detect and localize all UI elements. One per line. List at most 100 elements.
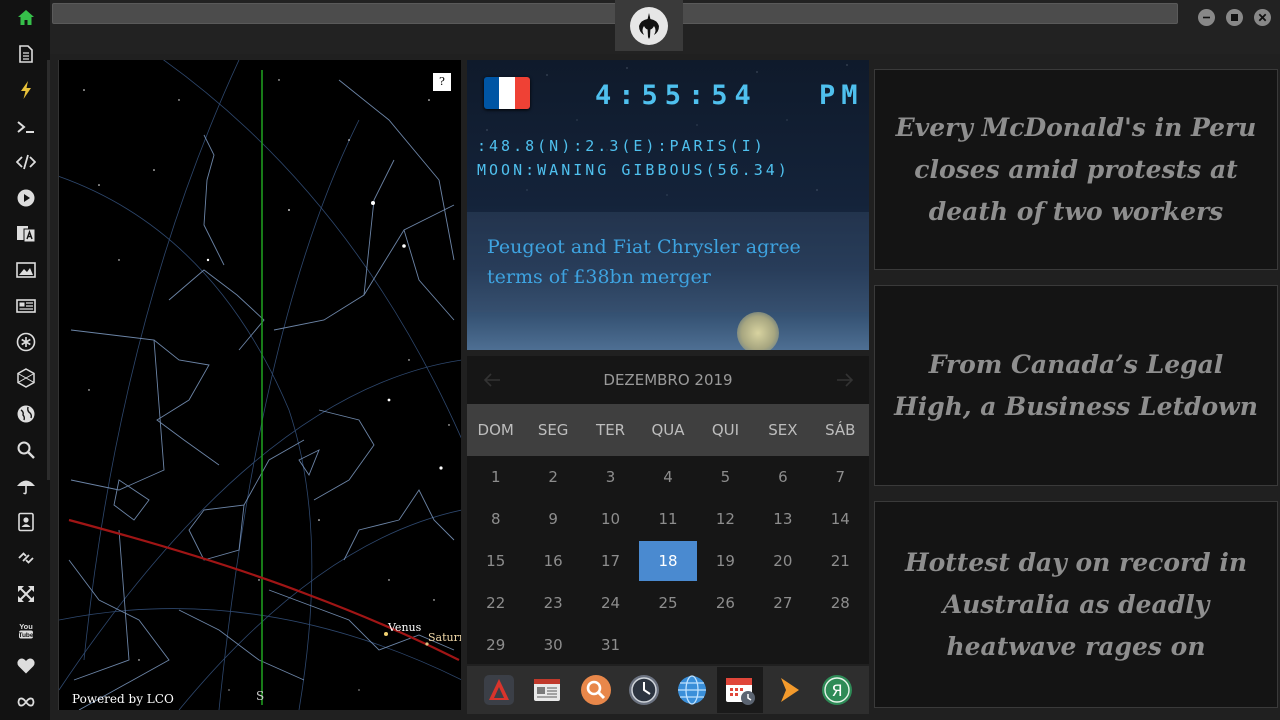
- calendar-day[interactable]: 2: [524, 456, 581, 498]
- play-icon[interactable]: [13, 186, 39, 210]
- calendar-day[interactable]: 4: [639, 456, 696, 498]
- terminal-icon[interactable]: [13, 115, 39, 139]
- calendar-day[interactable]: 29: [467, 624, 524, 666]
- calendar-day[interactable]: 7: [812, 456, 869, 498]
- logo-tab[interactable]: [615, 0, 683, 51]
- search-icon[interactable]: [13, 438, 39, 462]
- weekday-label: SEG: [537, 421, 569, 439]
- calendar-day[interactable]: 21: [812, 540, 869, 582]
- calendar-day[interactable]: 24: [582, 582, 639, 624]
- app-dock: Я: [467, 666, 869, 714]
- calendar-day[interactable]: 26: [697, 582, 754, 624]
- sidebar-scrollbar[interactable]: [47, 60, 50, 480]
- calendar-day-today[interactable]: 18: [639, 541, 697, 581]
- calendar-day[interactable]: 19: [697, 540, 754, 582]
- news-card-2[interactable]: From Canada’s Legal High, a Business Let…: [874, 285, 1278, 486]
- calendar-day[interactable]: 14: [812, 498, 869, 540]
- calendar-day[interactable]: 15: [467, 540, 524, 582]
- dock-item-browser[interactable]: [669, 667, 715, 713]
- close-icon: [1258, 13, 1267, 22]
- asterisk-icon[interactable]: [13, 330, 39, 354]
- dock-item-yandex[interactable]: Я: [814, 667, 860, 713]
- calendar-day[interactable]: 6: [754, 456, 811, 498]
- calendar-day[interactable]: 16: [524, 540, 581, 582]
- calendar-day[interactable]: 3: [582, 456, 639, 498]
- weekday-label: QUI: [711, 421, 740, 439]
- sidebar: You Tube: [0, 0, 50, 720]
- news-reader-icon: [534, 679, 561, 701]
- home-icon[interactable]: [13, 6, 39, 30]
- desktop-app: You Tube Venus Satur S ? Powered by LCO …: [0, 0, 1280, 720]
- calendar-day[interactable]: 28: [812, 582, 869, 624]
- calendar-day[interactable]: 30: [524, 624, 581, 666]
- magnifier-app-icon: [580, 675, 611, 705]
- infinity-icon[interactable]: [13, 690, 39, 714]
- yandex-icon: Я: [821, 675, 852, 705]
- dock-item-news[interactable]: [524, 667, 570, 713]
- sky-map[interactable]: Venus Saturn S ? Powered by LCO: [58, 60, 461, 710]
- newspaper-icon[interactable]: [13, 294, 39, 318]
- maximize-icon: [1231, 14, 1238, 21]
- dock-item-play[interactable]: [766, 667, 812, 713]
- calendar-day[interactable]: 5: [697, 456, 754, 498]
- dock-item-search[interactable]: [573, 667, 619, 713]
- next-month-button[interactable]: [833, 368, 857, 392]
- calendar-widget: DEZEMBRO 2019 DOM SEG TER QUA QUI SEX SÁB 1234…: [467, 356, 869, 664]
- calendar-day[interactable]: 11: [639, 498, 696, 540]
- calendar-days: 1 2 3 4 5 6 7 8 9 10 11 12 13 14 15 16 17 18 19 20 21 22 23 24 2…: [467, 456, 869, 666]
- document-icon[interactable]: [13, 42, 39, 66]
- link-icon[interactable]: [13, 546, 39, 570]
- dock-item-clock[interactable]: [621, 667, 667, 713]
- minimize-button[interactable]: [1198, 9, 1215, 26]
- calendar-day[interactable]: 13: [754, 498, 811, 540]
- close-button[interactable]: [1254, 9, 1271, 26]
- powered-by-label: Powered by LCO: [72, 692, 174, 706]
- help-button[interactable]: ?: [433, 73, 451, 91]
- code-icon[interactable]: [13, 150, 39, 174]
- umbrella-icon[interactable]: [13, 474, 39, 498]
- dock-item-calendar[interactable]: [717, 667, 764, 713]
- flag-stripe-white: [499, 77, 515, 109]
- weekday-label: SÁB: [825, 421, 856, 439]
- clock-ampm: PM: [819, 80, 864, 111]
- calendar-day[interactable]: 1: [467, 456, 524, 498]
- prev-month-button[interactable]: [480, 368, 504, 392]
- youtube-icon[interactable]: You Tube: [13, 618, 39, 642]
- calendar-weekdays: DOM SEG TER QUA QUI SEX SÁB: [467, 404, 869, 456]
- calendar-day[interactable]: 22: [467, 582, 524, 624]
- svg-text:You: You: [19, 622, 33, 631]
- clock-time: 4:55:54: [595, 80, 758, 111]
- clock-panel: 4:55:54 PM :48.8(N):2.3(E):PARIS(I) MOON…: [467, 60, 869, 350]
- compass-label: S: [256, 689, 264, 703]
- top-bar: [50, 0, 1280, 54]
- hexagon-icon[interactable]: [13, 366, 39, 390]
- calendar-day[interactable]: 20: [754, 540, 811, 582]
- contacts-icon[interactable]: [13, 510, 39, 534]
- image-icon[interactable]: [13, 258, 39, 282]
- maximize-button[interactable]: [1226, 9, 1243, 26]
- planet-label-saturn: Saturn: [428, 631, 461, 644]
- calendar-day[interactable]: 27: [754, 582, 811, 624]
- calendar-day[interactable]: 17: [582, 540, 639, 582]
- globe-icon[interactable]: [13, 402, 39, 426]
- calendar-day[interactable]: 31: [582, 624, 639, 666]
- calendar-day[interactable]: 25: [639, 582, 696, 624]
- heart-icon[interactable]: [13, 654, 39, 678]
- clock-news-headline[interactable]: Peugeot and Fiat Chrysler agree terms of…: [487, 232, 857, 292]
- calendar-day[interactable]: 8: [467, 498, 524, 540]
- weekday-label: DOM: [477, 421, 514, 439]
- translate-icon[interactable]: [13, 222, 39, 246]
- calendar-day[interactable]: 12: [697, 498, 754, 540]
- lightning-icon[interactable]: [13, 78, 39, 102]
- expand-icon[interactable]: [13, 582, 39, 606]
- dock-item-launcher[interactable]: [476, 667, 522, 713]
- clock-app-icon: [628, 675, 659, 705]
- play-arrow-icon: [780, 678, 799, 702]
- news-card-1[interactable]: Every McDonald's in Peru closes amid pro…: [874, 69, 1278, 270]
- calendar-day[interactable]: 23: [524, 582, 581, 624]
- calendar-day[interactable]: 10: [582, 498, 639, 540]
- calendar-day[interactable]: 9: [524, 498, 581, 540]
- news-card-3[interactable]: Hottest day on record in Australia as de…: [874, 501, 1278, 708]
- arrow-right-icon: [837, 373, 854, 387]
- svg-text:Я: Я: [831, 681, 842, 700]
